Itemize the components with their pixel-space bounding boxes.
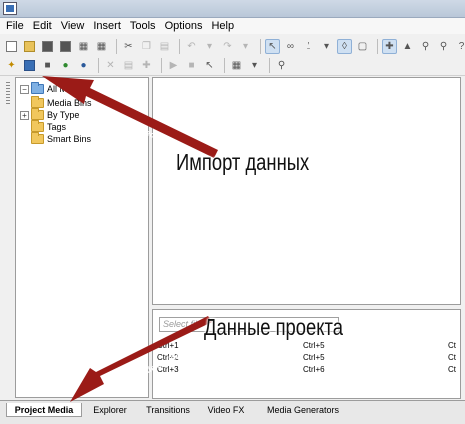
save-icon[interactable] [40,39,55,54]
render-icon[interactable]: ▦ [76,39,91,54]
shortcut-row: Ctrl+1 Ctrl+5 Ct [157,341,457,352]
normal-edit-tool-icon[interactable]: ↖ [265,38,280,54]
folder-icon [31,132,44,144]
main-toolbar: ▦ ▦ ✂ ❐ ▤ ↶ ▾ ↷ ▾ ↖ ∞ ⍘ ▾ ◊ ▢ ✚ ▲ ⚲ ⚲ ? [0,36,465,56]
menu-insert[interactable]: Insert [91,20,128,32]
shortcut-key: Ct [448,365,456,374]
folder-icon [31,120,44,132]
undo-icon[interactable]: ↶ [184,39,199,54]
tool-dropdown-icon[interactable]: ▾ [319,39,334,54]
split-tool-icon[interactable]: ⍘ [301,39,316,54]
tree-item-media-bins[interactable]: Media Bins [31,96,92,109]
menu-options[interactable]: Options [163,20,210,32]
menu-edit[interactable]: Edit [31,20,59,32]
tree-item-label: By Type [47,110,80,120]
paste-icon[interactable]: ▤ [157,39,172,54]
zoom-tool-icon[interactable]: ⚲ [436,39,451,54]
shortcut-key: Ctrl+5 [303,353,325,362]
folder-icon [31,82,44,94]
media-toolbar: ✦ ■ ● ● ✕ ▤ ✚ ▶ ■ ↖ ▦ ▾ ⚲ [0,56,465,76]
tree-item-label: All Media [47,84,85,94]
shortcut-row: Ctrl+3 Ctrl+6 Ct [157,365,457,376]
remove-media-icon[interactable]: ✕ [103,58,118,73]
toolbar-separator [260,38,261,54]
help-icon[interactable]: ? [454,39,465,54]
shortcut-key: Ctrl+6 [303,365,325,374]
menu-file[interactable]: File [4,20,31,32]
snapping-icon[interactable]: ◊ [337,38,352,54]
shortcut-row: Ctrl+2 Ctrl+5 Ct [157,353,457,364]
project-callout: Данные проекта [204,314,343,340]
media-fx-icon[interactable]: ✚ [139,58,154,73]
tab-explorer[interactable]: Explorer [86,403,134,417]
views-icon[interactable]: ▦ [229,58,244,73]
capture-video-icon[interactable]: ■ [40,58,55,73]
open-folder-icon[interactable] [22,39,37,54]
tab-transitions[interactable]: Transitions [140,403,196,417]
auto-crossfade-icon[interactable]: ▢ [355,39,370,54]
window-tab-bar: Project Media Explorer Transitions Video… [0,400,465,424]
save-as-icon[interactable] [58,39,73,54]
shortcut-key: Ctrl+1 [157,341,179,350]
toolbar-separator [179,38,180,54]
import-media-icon[interactable] [22,58,37,73]
envelope-tool-icon[interactable]: ∞ [283,39,298,54]
views-dropdown-icon[interactable]: ▾ [247,58,262,73]
import-callout: Импорт данных [176,149,310,175]
toolbar-separator [98,58,99,73]
toolbar-separator [377,38,378,54]
cut-icon[interactable]: ✂ [121,39,136,54]
menu-view[interactable]: View [59,20,92,32]
tree-item-label: Smart Bins [47,134,92,144]
toolbar-separator [269,58,270,73]
media-list-area[interactable] [152,77,461,305]
redo-icon[interactable]: ↷ [220,39,235,54]
get-photo-icon[interactable]: ● [76,58,91,73]
zoom-in-icon[interactable]: ⚲ [418,39,433,54]
toolbar-separator [116,38,117,54]
media-properties-icon[interactable]: ▤ [121,58,136,73]
tree-item-all-media[interactable]: − All Media [20,82,85,95]
title-bar [0,0,465,18]
folder-icon [31,108,44,120]
copy-icon[interactable]: ❐ [139,39,154,54]
tab-project-media[interactable]: Project Media [6,403,82,417]
tab-media-generators[interactable]: Media Generators [258,403,348,417]
get-media-web-icon[interactable]: ● [58,58,73,73]
wand-icon[interactable]: ✦ [4,58,19,73]
panel-grip[interactable] [6,82,10,104]
shortcut-key: Ctrl+5 [303,341,325,350]
menu-tools[interactable]: Tools [128,20,163,32]
new-project-icon[interactable] [4,39,19,54]
shortcut-key: Ct [448,341,456,350]
expand-icon[interactable]: + [20,110,29,120]
folder-icon [31,96,44,108]
stop-icon[interactable]: ■ [184,58,199,73]
toolbar-separator [161,58,162,73]
auto-preview-icon[interactable]: ↖ [202,58,217,73]
tab-video-fx[interactable]: Video FX [204,403,248,417]
collapse-icon[interactable]: − [20,84,29,94]
tree-item-label: Media Bins [47,98,92,108]
properties-icon[interactable]: ▦ [94,39,109,54]
tree-item-label: Tags [47,122,67,132]
tree-item-smart-bins[interactable]: Smart Bins [31,132,92,145]
app-icon[interactable] [3,2,17,15]
menu-bar: File Edit View Insert Tools Options Help [0,18,465,34]
lock-envelopes-icon[interactable]: ▲ [400,39,415,54]
toolbar-separator [224,58,225,73]
redo-dropdown-icon[interactable]: ▾ [238,39,253,54]
search-icon[interactable]: ⚲ [274,58,289,73]
undo-dropdown-icon[interactable]: ▾ [202,39,217,54]
shortcut-key: Ct [448,353,456,362]
menu-help[interactable]: Help [209,20,241,32]
auto-ripple-icon[interactable]: ✚ [382,38,397,54]
tree-item-by-type[interactable]: + By Type [20,108,80,121]
play-icon[interactable]: ▶ [166,58,181,73]
